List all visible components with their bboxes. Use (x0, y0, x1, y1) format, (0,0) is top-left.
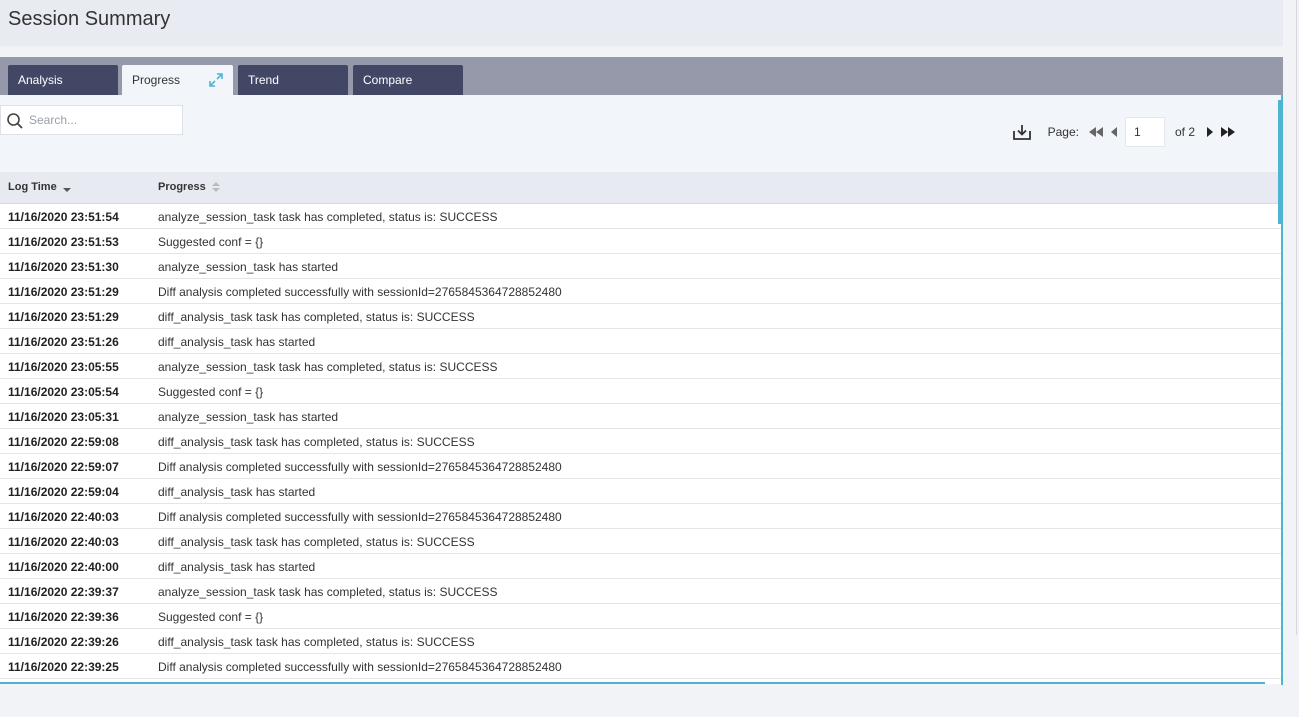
page-total: of 2 (1174, 125, 1195, 139)
table-row[interactable]: 11/16/2020 22:39:36 Suggested conf = {} (0, 604, 1281, 629)
page-label: Page: (1047, 125, 1079, 139)
progress-cell: diff_analysis_task has started (158, 485, 316, 499)
table-row[interactable]: 11/16/2020 23:05:31 analyze_session_task … (0, 404, 1281, 429)
tab-bar: Analysis Progress Trend Compare (0, 57, 1283, 95)
table-row[interactable]: 11/16/2020 22:39:25 Diff analysis complet… (0, 654, 1281, 679)
page-number-input[interactable] (1124, 117, 1165, 147)
search-input[interactable] (29, 111, 179, 129)
log-time-cell: 11/16/2020 23:51:29 (8, 310, 119, 324)
log-time-cell: 11/16/2020 22:39:25 (8, 660, 119, 674)
table-body: 11/16/2020 23:51:54 analyze_session_task … (0, 204, 1281, 684)
log-time-cell: 11/16/2020 23:05:54 (8, 385, 119, 399)
prev-page-icon[interactable] (1110, 126, 1118, 138)
table-row[interactable]: 11/16/2020 23:05:54 Suggested conf = {} (0, 379, 1281, 404)
tab-label: Trend (248, 73, 279, 87)
sort-desc-icon (62, 188, 71, 192)
progress-cell: diff_analysis_task task has completed, s… (158, 635, 475, 649)
column-header-log-time[interactable]: Log Time (8, 181, 71, 193)
tab-analysis[interactable]: Analysis (8, 65, 118, 95)
log-time-cell: 11/16/2020 23:51:54 (8, 210, 119, 224)
log-time-cell: 11/16/2020 22:59:07 (8, 460, 119, 474)
progress-cell: Suggested conf = {} (158, 610, 264, 624)
log-time-cell: 11/16/2020 22:40:03 (8, 510, 119, 524)
progress-cell: diff_analysis_task task has completed, s… (158, 435, 475, 449)
table-row[interactable]: 11/16/2020 22:39:37 analyze_session_task … (0, 579, 1281, 604)
last-page-icon[interactable] (1220, 126, 1236, 138)
table-row[interactable]: 11/16/2020 23:51:53 Suggested conf = {} (0, 229, 1281, 254)
table-row[interactable]: 11/16/2020 23:51:29 diff_analysis_task ta… (0, 304, 1281, 329)
column-header-progress[interactable]: Progress (158, 181, 220, 193)
progress-cell: diff_analysis_task has started (158, 335, 316, 349)
table-row[interactable]: 11/16/2020 22:40:00 diff_analysis_task ha… (0, 554, 1281, 579)
progress-cell: diff_analysis_task has started (158, 560, 316, 574)
log-time-cell: 11/16/2020 23:51:53 (8, 235, 119, 249)
table-row[interactable]: 11/16/2020 23:51:30 analyze_session_task … (0, 254, 1281, 279)
log-time-cell: 11/16/2020 23:51:29 (8, 285, 119, 299)
log-time-cell: 11/16/2020 22:59:04 (8, 485, 119, 499)
tab-label: Analysis (18, 73, 63, 87)
table-row[interactable]: 11/16/2020 23:51:29 Diff analysis complet… (0, 279, 1281, 304)
log-time-cell: 11/16/2020 22:39:37 (8, 585, 119, 599)
progress-cell: Diff analysis completed successfully wit… (158, 285, 562, 299)
tab-label: Compare (363, 73, 413, 87)
table-row[interactable]: 11/16/2020 22:40:03 Diff analysis complet… (0, 504, 1281, 529)
sort-icon (211, 182, 220, 192)
progress-cell: diff_analysis_task task has completed, s… (158, 535, 475, 549)
log-time-cell: 11/16/2020 22:59:08 (8, 435, 119, 449)
progress-cell: Suggested conf = {} (158, 385, 264, 399)
table-row[interactable]: 11/16/2020 23:05:55 analyze_session_task … (0, 354, 1281, 379)
log-time-cell: 11/16/2020 22:40:00 (8, 560, 119, 574)
first-page-icon[interactable] (1088, 126, 1104, 138)
log-time-cell: 11/16/2020 23:05:31 (8, 410, 119, 424)
next-page-icon[interactable] (1206, 126, 1214, 138)
progress-cell: analyze_session_task task has completed,… (158, 210, 498, 224)
log-time-cell: 11/16/2020 23:05:55 (8, 360, 119, 374)
panel-bottom-border (0, 682, 1265, 684)
progress-cell: Suggested conf = {} (158, 235, 264, 249)
table-row[interactable]: 11/16/2020 22:40:03 diff_analysis_task ta… (0, 529, 1281, 554)
progress-cell: analyze_session_task task has completed,… (158, 360, 498, 374)
table-header: Log Time Progress (0, 172, 1281, 204)
table-row[interactable]: 11/16/2020 22:59:08 diff_analysis_task ta… (0, 429, 1281, 454)
tab-compare[interactable]: Compare (353, 65, 463, 95)
progress-cell: analyze_session_task has started (158, 260, 339, 274)
window-divider (1296, 0, 1297, 635)
search-box (0, 105, 183, 135)
tab-trend[interactable]: Trend (238, 65, 348, 95)
scrollbar[interactable] (1278, 100, 1281, 224)
pagination: Page: of 2 (1012, 117, 1239, 147)
table-row[interactable]: 11/16/2020 22:59:04 diff_analysis_task ha… (0, 479, 1281, 504)
progress-cell: diff_analysis_task task has completed, s… (158, 310, 475, 324)
log-time-cell: 11/16/2020 23:51:26 (8, 335, 119, 349)
log-time-cell: 11/16/2020 22:40:03 (8, 535, 119, 549)
log-time-cell: 11/16/2020 22:39:36 (8, 610, 119, 624)
progress-cell: analyze_session_task task has completed,… (158, 585, 498, 599)
progress-panel: Page: of 2 Log Time Progress (0, 95, 1283, 685)
search-icon (7, 113, 23, 129)
progress-cell: Diff analysis completed successfully wit… (158, 460, 562, 474)
table-row[interactable]: 11/16/2020 22:59:07 Diff analysis complet… (0, 454, 1281, 479)
expand-icon[interactable] (209, 73, 223, 87)
progress-cell: Diff analysis completed successfully wit… (158, 510, 562, 524)
tab-progress[interactable]: Progress (122, 65, 233, 95)
progress-cell: Diff analysis completed successfully wit… (158, 660, 562, 674)
table-row[interactable]: 11/16/2020 23:51:54 analyze_session_task … (0, 204, 1281, 229)
log-time-cell: 11/16/2020 22:39:26 (8, 635, 119, 649)
table-row[interactable]: 11/16/2020 22:39:26 diff_analysis_task ta… (0, 629, 1281, 654)
table-row[interactable]: 11/16/2020 23:51:26 diff_analysis_task ha… (0, 329, 1281, 354)
log-time-cell: 11/16/2020 23:51:30 (8, 260, 119, 274)
page-header: Session Summary (0, 0, 1283, 46)
tab-label: Progress (132, 73, 181, 87)
page-title: Session Summary (8, 8, 171, 30)
progress-cell: analyze_session_task has started (158, 410, 339, 424)
download-icon[interactable] (1012, 122, 1032, 142)
